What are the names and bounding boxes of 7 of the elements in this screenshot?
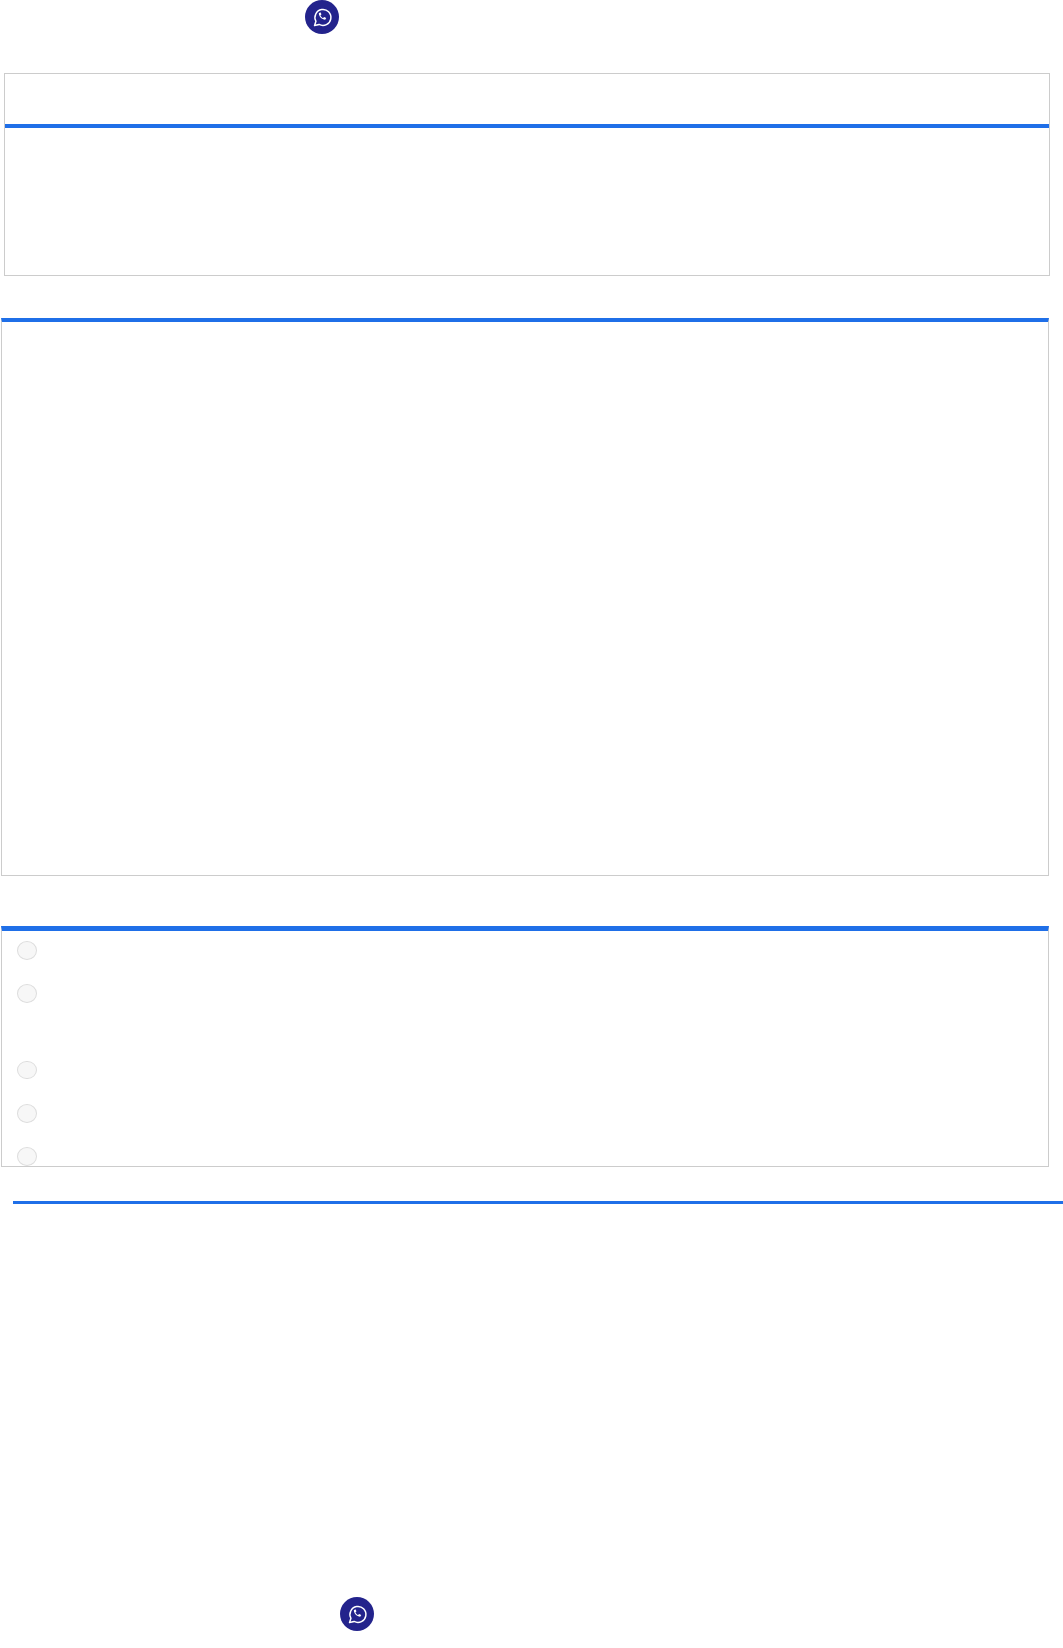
radio-button[interactable] — [17, 1147, 37, 1166]
radio-button[interactable] — [17, 1060, 37, 1080]
chat-icon[interactable] — [340, 1597, 374, 1631]
radio-button[interactable] — [17, 941, 37, 960]
radio-button[interactable] — [17, 983, 37, 1003]
radio-button[interactable] — [17, 1104, 37, 1124]
chat-icon[interactable] — [305, 0, 339, 34]
